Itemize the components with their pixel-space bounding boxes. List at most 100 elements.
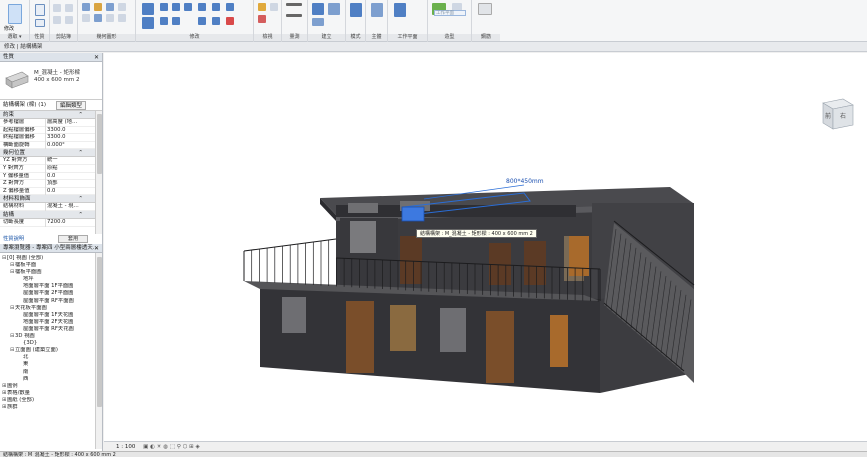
collapse-icon[interactable]: ⌃ [78,111,83,119]
browser-item[interactable]: ⊟樓板平面圖 [0,269,95,276]
unjoin-icon[interactable] [118,14,126,22]
browser-item[interactable]: 地面層平面 2F天花圖 [0,319,95,326]
browser-item[interactable]: 屋面層平面 RF天花圖 [0,326,95,333]
properties-scroll-thumb[interactable] [97,114,102,174]
selected-beam[interactable] [401,206,425,222]
property-section[interactable]: 約束 ⌃ [0,111,95,119]
browser-item[interactable]: ⊟立面圖 (建築立面) [0,347,95,354]
paste-icon[interactable] [53,4,61,12]
property-row[interactable]: Z 偏移量值 0.0 [0,187,95,196]
cope-icon[interactable] [82,3,90,11]
offset-icon[interactable] [160,3,168,11]
close-icon[interactable]: ✕ [94,53,99,62]
scale-icon[interactable] [212,17,220,25]
property-row[interactable]: Y 對齊方 原點 [0,164,95,173]
move-icon[interactable] [142,17,154,29]
properties-help-link[interactable]: 性質說明 [3,236,24,242]
measure-icon[interactable] [286,3,302,6]
property-section[interactable]: 材料和飾面 ⌃ [0,195,95,204]
browser-item[interactable]: ⊟樓板平面 [0,262,95,269]
model-view[interactable]: 800*450mm [104,53,867,441]
browser-item[interactable]: 屋面層平面 2F平面圖 [0,290,95,297]
edit-type-button[interactable]: 編輯類型 [56,101,87,110]
browser-item[interactable]: ⊟3D 視圖 [0,333,95,340]
browser-item[interactable]: ⊞圖紙 (全部) [0,397,95,404]
copy-element-icon[interactable] [160,17,168,25]
dimension-icon[interactable] [286,14,302,17]
browser-item[interactable]: {3D} [0,340,95,347]
property-value[interactable]: 混凝土 - 現… [45,203,87,211]
edit-workplane-icon[interactable] [394,3,406,17]
browser-item[interactable]: ⊞圖例 [0,383,95,390]
split-icon[interactable] [198,3,206,11]
cut-geometry-icon[interactable] [94,3,102,11]
browser-item[interactable]: ⊞表格/數量 [0,390,95,397]
door[interactable] [550,315,568,367]
property-value[interactable]: 7200.0 [45,218,87,227]
property-value[interactable]: 0.0 [45,172,87,181]
property-row[interactable]: Y 偏移量值 0.0 [0,172,95,181]
mirror-draw-icon[interactable] [184,3,192,11]
apply-button[interactable]: 套用 [58,235,88,243]
close-icon[interactable]: ✕ [94,244,99,253]
modify-tool-icon[interactable] [8,4,22,24]
browser-scrollbar[interactable] [95,253,102,449]
browser-item[interactable]: 地坪 [0,276,95,283]
type-selector-value[interactable]: 結構構架 (樑) (1) [3,102,46,108]
browser-item[interactable]: 地面層平面 1F平面圖 [0,283,95,290]
type-properties-icon[interactable] [35,19,45,27]
property-value[interactable]: 3300.0 [45,126,87,135]
door[interactable] [524,241,546,285]
window[interactable] [282,297,306,333]
side-door[interactable] [569,236,589,276]
properties-scrollbar[interactable] [95,111,102,234]
drawing-canvas[interactable]: 800*450mm 結構構架: M_混凝土 - 矩形樑: 400 x 600… [104,53,867,441]
edit-family-icon[interactable] [350,3,362,17]
view-scale[interactable]: 1 : 100 [116,444,135,450]
create-parts-icon[interactable] [328,3,340,15]
align-icon[interactable] [142,3,154,15]
array-icon[interactable] [198,17,206,25]
browser-item[interactable]: ⊞族群 [0,404,95,411]
property-row[interactable]: 結構材料 混凝土 - 現… [0,203,95,211]
property-row[interactable]: 切斷長度 7200.0 [0,218,95,227]
property-value[interactable]: 原點 [45,164,87,173]
rotate-icon[interactable] [172,17,180,25]
door[interactable] [400,236,422,284]
property-value[interactable]: 層高度 (地… [45,119,87,127]
door[interactable] [346,301,374,373]
browser-item[interactable]: 東 [0,361,95,368]
property-value[interactable]: 0.000° [45,141,87,150]
browser-item[interactable]: 北 [0,354,95,361]
collapse-icon[interactable]: ⌃ [78,211,83,219]
create-group-icon[interactable] [312,18,324,26]
browser-item[interactable]: ⊟[0] 視圖 (全部) [0,255,95,262]
property-row[interactable]: Z 對齊方 頂部 [0,180,95,188]
property-value[interactable]: 統一 [45,157,87,165]
demolish-icon[interactable] [106,14,114,22]
property-value[interactable]: 0.0 [45,187,87,196]
browser-item[interactable]: 南 [0,369,95,376]
browser-item[interactable]: 屋面層平面 RF平面圖 [0,298,95,305]
window[interactable] [440,308,466,352]
type-selector[interactable]: 結構構架 (樑) (1) 編輯類型 [0,100,102,111]
door[interactable] [486,311,514,383]
view-control-icons[interactable]: ▣ ◐ ☀ ◍ ⬚ ⚲ ⬡ ⊞ ◈ [143,444,200,450]
pin-icon[interactable] [226,3,234,11]
window[interactable] [390,305,416,351]
copy-icon[interactable] [53,16,61,24]
trim-icon[interactable] [212,3,220,11]
property-value[interactable]: 3300.0 [45,134,87,142]
pick-host-icon[interactable] [371,3,383,17]
collapse-icon[interactable]: ⌃ [78,195,83,203]
browser-scroll-thumb[interactable] [97,257,102,407]
linework-icon[interactable] [258,15,266,23]
mirror-axis-icon[interactable] [172,3,180,11]
browser-item[interactable]: 西 [0,376,95,383]
workplane-dropdown[interactable]: 工作平面 [434,10,466,16]
delete-icon[interactable] [226,17,234,25]
property-section[interactable]: 幾何位置 ⌃ [0,149,95,158]
door[interactable] [489,243,511,285]
modify-label[interactable]: 修改 [4,25,14,32]
property-row[interactable]: 橫斷面旋轉 0.000° [0,141,95,150]
